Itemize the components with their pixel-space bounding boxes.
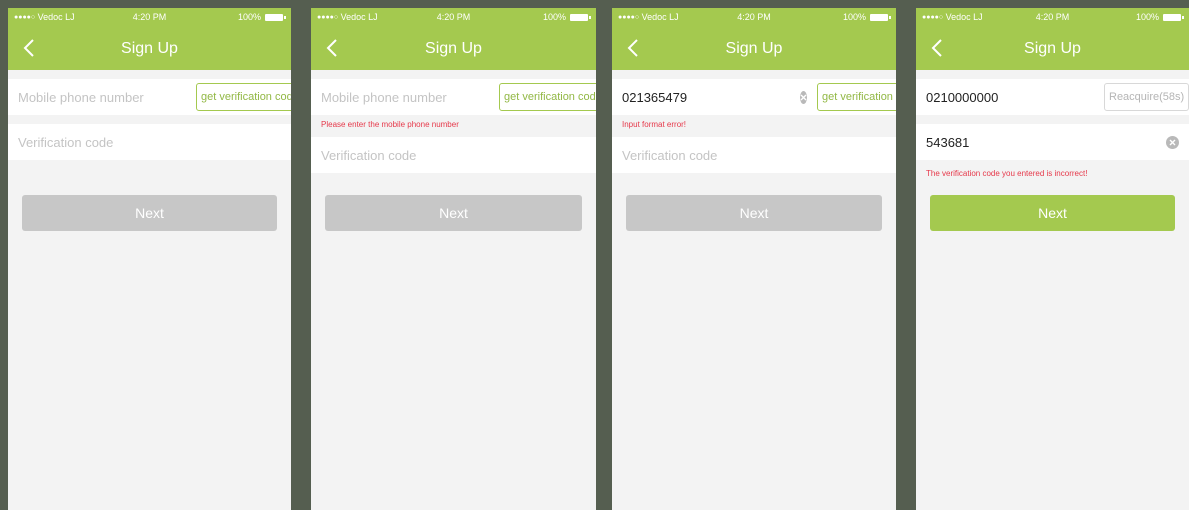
phone-input[interactable] bbox=[916, 88, 1104, 106]
phone-error-message: Input format error! bbox=[622, 120, 687, 129]
battery-level: 100% bbox=[237, 12, 261, 22]
phone-input[interactable] bbox=[612, 88, 800, 106]
clear-icon[interactable] bbox=[1166, 135, 1179, 149]
phone-row: get verification code bbox=[8, 79, 291, 115]
phone-row: get verification code bbox=[612, 79, 896, 115]
battery-icon bbox=[570, 13, 591, 21]
phone-input[interactable] bbox=[8, 88, 196, 106]
battery-icon bbox=[265, 13, 286, 21]
status-bar: ●●●●○ Vedoc LJ 4:20 PM 100% bbox=[8, 8, 291, 28]
page-title: Sign Up bbox=[425, 40, 482, 57]
code-row bbox=[8, 124, 291, 160]
verification-code-input[interactable] bbox=[311, 146, 596, 164]
verification-code-input[interactable] bbox=[8, 133, 291, 151]
battery-level: 100% bbox=[542, 12, 566, 22]
nav-bar: Sign Up bbox=[311, 28, 596, 70]
nav-bar: Sign Up bbox=[8, 28, 291, 70]
battery-icon bbox=[1163, 13, 1184, 21]
reacquire-button[interactable]: Reacquire(58s) bbox=[1104, 83, 1189, 111]
page-title: Sign Up bbox=[121, 40, 178, 57]
page-title: Sign Up bbox=[1024, 40, 1081, 57]
page-title: Sign Up bbox=[725, 40, 783, 57]
next-button[interactable]: Next bbox=[325, 195, 582, 231]
nav-bar: Sign Up bbox=[612, 28, 896, 70]
signup-screen-phone-required: ●●●●○ Vedoc LJ 4:20 PM 100% Sign Up get … bbox=[311, 8, 596, 510]
phone-row: get verification code bbox=[311, 79, 596, 115]
battery-level: 100% bbox=[842, 12, 866, 22]
signup-screen-format-error: ●●●●○ Vedoc LJ 4:20 PM 100% Sign Up get … bbox=[612, 8, 896, 510]
get-code-button[interactable]: get verification code bbox=[499, 83, 596, 111]
code-row bbox=[311, 137, 596, 173]
verification-code-input[interactable] bbox=[612, 146, 896, 164]
verification-code-input[interactable] bbox=[916, 133, 1166, 151]
status-bar: ●●●●○ Vedoc LJ 4:20 PM 100% bbox=[612, 8, 896, 28]
code-row bbox=[916, 124, 1189, 160]
status-bar: ●●●●○ Vedoc LJ 4:20 PM 100% bbox=[916, 8, 1189, 28]
next-button[interactable]: Next bbox=[626, 195, 882, 231]
code-error-message: The verification code you entered is inc… bbox=[926, 169, 1088, 178]
signup-screen-empty: ●●●●○ Vedoc LJ 4:20 PM 100% Sign Up get … bbox=[8, 8, 291, 510]
get-code-button[interactable]: get verification code bbox=[196, 83, 291, 111]
phone-error-message: Please enter the mobile phone number bbox=[321, 120, 459, 129]
next-button[interactable]: Next bbox=[930, 195, 1175, 231]
next-button[interactable]: Next bbox=[22, 195, 277, 231]
phone-row: Reacquire(58s) bbox=[916, 79, 1189, 115]
signup-screen-code-incorrect: ●●●●○ Vedoc LJ 4:20 PM 100% Sign Up Reac… bbox=[916, 8, 1189, 510]
status-bar: ●●●●○ Vedoc LJ 4:20 PM 100% bbox=[311, 8, 596, 28]
battery-icon bbox=[870, 13, 891, 21]
code-row bbox=[612, 137, 896, 173]
get-code-button[interactable]: get verification code bbox=[817, 83, 896, 111]
nav-bar: Sign Up bbox=[916, 28, 1189, 70]
battery-level: 100% bbox=[1135, 12, 1159, 22]
clear-icon[interactable] bbox=[800, 90, 807, 104]
phone-input[interactable] bbox=[311, 88, 499, 106]
